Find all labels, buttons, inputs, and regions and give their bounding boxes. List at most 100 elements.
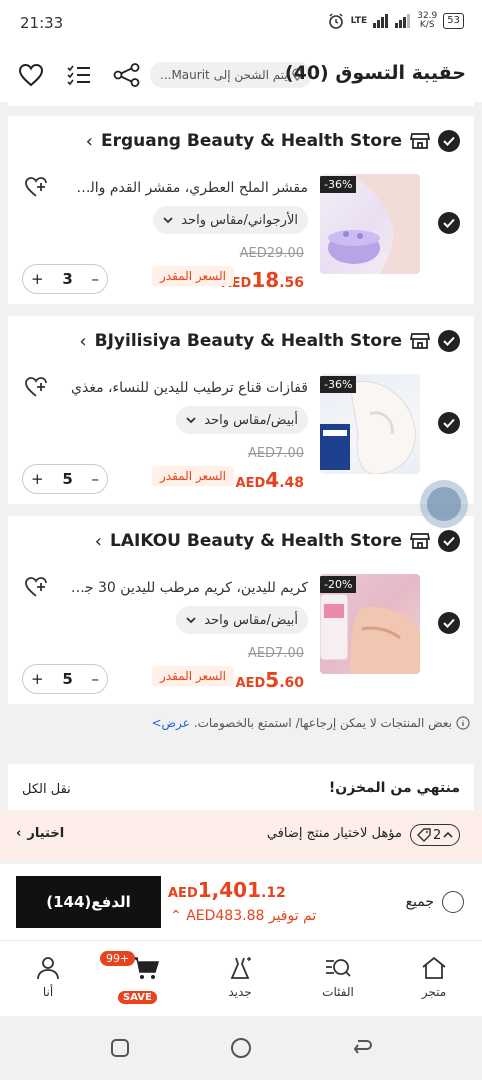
- chevron-left-icon: ‹: [16, 826, 22, 841]
- page-title: حقيبة التسوق (40): [284, 62, 466, 84]
- increase-qty-button[interactable]: +: [31, 470, 44, 488]
- notice-text: بعض المنتجات لا يمكن إرجاعها/ استمتع بال…: [193, 716, 452, 730]
- signal-icon: [373, 14, 389, 28]
- tab-store-label: متجر: [421, 985, 447, 999]
- cart-count-badge: 99+: [100, 951, 136, 966]
- store-name[interactable]: BJyilisiya Beauty & Health Store: [95, 331, 402, 351]
- total-price: AED1,401.12: [168, 878, 286, 902]
- store-icon: [410, 333, 430, 349]
- product-title[interactable]: كريم لليدين، كريم مرطب لليدين 30 جرام: [68, 580, 308, 596]
- tab-categories[interactable]: الفئات: [308, 955, 368, 999]
- decrease-qty-button[interactable]: –: [91, 270, 99, 288]
- quantity-value[interactable]: 3: [62, 270, 72, 288]
- promo-count: 2: [433, 827, 442, 843]
- increase-qty-button[interactable]: +: [31, 670, 44, 688]
- product-title[interactable]: مقشر الملح العطري، مقشر القدم والجسم: [68, 180, 308, 196]
- list-top-spacer: [8, 102, 474, 106]
- variant-selector[interactable]: أبيض/مقاس واحد: [176, 406, 308, 434]
- bottom-tab-bar: متجر الفئات جديد 99+ SAVE أنا: [0, 940, 482, 1016]
- store-name[interactable]: LAIKOU Beauty & Health Store: [110, 531, 402, 551]
- share-icon[interactable]: [112, 60, 142, 90]
- variant-selector[interactable]: الأرجواني/مقاس واحد: [153, 206, 308, 234]
- promo-select-button[interactable]: ‹ اختيار: [16, 826, 64, 841]
- increase-qty-button[interactable]: +: [31, 270, 44, 288]
- checkout-button[interactable]: الدفع(144): [16, 876, 161, 928]
- floating-assist-button[interactable]: [420, 480, 468, 528]
- status-bar: 21:33 LTE 32.9 K/S 53: [0, 0, 482, 48]
- categories-search-icon: [326, 959, 351, 977]
- decrease-qty-button[interactable]: –: [91, 470, 99, 488]
- variant-text: الأرجواني/مقاس واحد: [181, 212, 298, 228]
- store-checkbox[interactable]: [438, 530, 460, 552]
- chevron-left-icon: ‹: [94, 530, 102, 552]
- store-checkbox[interactable]: [438, 330, 460, 352]
- notice-view-link[interactable]: عرض>: [151, 716, 189, 730]
- product-image[interactable]: -36%: [320, 174, 420, 274]
- estimated-price-label: السعر المقدر: [151, 666, 234, 686]
- tab-categories-label: الفئات: [322, 985, 354, 999]
- tab-new[interactable]: جديد: [210, 955, 270, 999]
- decrease-qty-button[interactable]: –: [91, 670, 99, 688]
- estimated-price-label: السعر المقدر: [151, 466, 234, 486]
- add-to-wishlist-icon[interactable]: [24, 176, 48, 200]
- product-checkbox[interactable]: [438, 212, 460, 234]
- quantity-value[interactable]: 5: [62, 470, 72, 488]
- chevron-down-icon: [163, 217, 173, 224]
- chevron-up-icon: [443, 831, 453, 838]
- chevron-down-icon: [186, 617, 196, 624]
- original-price: AED29.00: [239, 246, 304, 261]
- checklist-icon[interactable]: [64, 60, 94, 90]
- home-button-icon[interactable]: [229, 1036, 253, 1060]
- out-of-stock-title: منتهي من المخزن!: [328, 780, 460, 796]
- product-checkbox[interactable]: [438, 612, 460, 634]
- tab-me[interactable]: أنا: [18, 955, 78, 999]
- promo-select-label: اختيار: [27, 826, 65, 841]
- move-all-button[interactable]: نقل الكل: [22, 782, 71, 797]
- returns-notice: بعض المنتجات لا يمكن إرجاعها/ استمتع بال…: [12, 716, 470, 730]
- product-title[interactable]: قفازات قناع ترطيب لليدين للنساء، مغذي: [68, 380, 308, 396]
- back-icon[interactable]: [350, 1036, 374, 1060]
- quantity-stepper: + 5 –: [22, 664, 108, 694]
- product-image[interactable]: -36%: [320, 374, 420, 474]
- product-checkbox[interactable]: [438, 412, 460, 434]
- store-icon: [410, 133, 430, 149]
- sale-price: AED5.60: [235, 668, 304, 692]
- store-icon: [410, 533, 430, 549]
- tab-store[interactable]: متجر: [404, 955, 464, 999]
- out-of-stock-section: منتهي من المخزن! نقل الكل: [8, 764, 474, 810]
- product-image[interactable]: -20%: [320, 574, 420, 674]
- sale-price: AED4.48: [235, 468, 304, 492]
- estimated-price-label: السعر المقدر: [151, 266, 234, 286]
- add-to-wishlist-icon[interactable]: [24, 576, 48, 600]
- promo-bar: 2 مؤهل لاختيار منتج إضافي ‹ اختيار: [0, 810, 482, 860]
- add-to-wishlist-icon[interactable]: [24, 376, 48, 400]
- store-card: ‹ BJyilisiya Beauty & Health Store -36% …: [8, 316, 474, 504]
- discount-badge: -36%: [320, 376, 357, 393]
- info-icon: [456, 716, 470, 730]
- variant-selector[interactable]: أبيض/مقاس واحد: [176, 606, 308, 634]
- quantity-value[interactable]: 5: [62, 670, 72, 688]
- store-name[interactable]: Erguang Beauty & Health Store: [101, 131, 402, 151]
- store-header[interactable]: ‹ LAIKOU Beauty & Health Store: [95, 530, 460, 552]
- wishlist-heart-icon[interactable]: [16, 60, 46, 90]
- variant-text: أبيض/مقاس واحد: [204, 412, 298, 428]
- select-all-checkbox[interactable]: [442, 891, 464, 913]
- quantity-stepper: + 5 –: [22, 464, 108, 494]
- user-icon: [37, 957, 59, 980]
- home-icon: [422, 956, 446, 979]
- store-header[interactable]: ‹ Erguang Beauty & Health Store: [86, 130, 460, 152]
- store-card: ‹ LAIKOU Beauty & Health Store -20% كريم…: [8, 516, 474, 704]
- store-card: ‹ Erguang Beauty & Health Store -36% مقش…: [8, 116, 474, 304]
- promo-count-tag[interactable]: 2: [410, 824, 461, 846]
- status-time: 21:33: [20, 14, 64, 32]
- tab-new-label: جديد: [228, 985, 252, 999]
- recents-icon[interactable]: [108, 1036, 132, 1060]
- checkout-bar: الدفع(144) AED1,401.12 تم توفير AED483.8…: [0, 864, 482, 940]
- store-header[interactable]: ‹ BJyilisiya Beauty & Health Store: [79, 330, 460, 352]
- cart-header: يتم الشحن إلى Maurit... حقيبة التسوق (40…: [0, 48, 482, 102]
- quantity-stepper: + 3 –: [22, 264, 108, 294]
- store-checkbox[interactable]: [438, 130, 460, 152]
- network-type: LTE: [350, 16, 368, 26]
- savings-text[interactable]: تم توفير AED483.88 ⌃: [170, 908, 316, 924]
- discount-badge: -36%: [320, 176, 357, 193]
